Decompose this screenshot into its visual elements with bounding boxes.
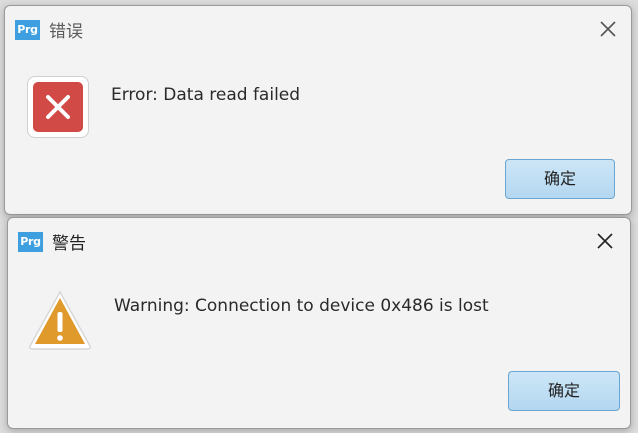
error-message: Error: Data read failed <box>111 85 301 105</box>
warning-dialog: Prg 警告 Warning: Connection to device 0x4… <box>7 217 631 429</box>
warning-dialog-titlebar[interactable]: Prg 警告 <box>8 218 630 262</box>
warning-dialog-title: 警告 <box>52 234 86 254</box>
error-dialog-title: 错误 <box>49 22 83 42</box>
app-icon: Prg <box>15 20 40 40</box>
error-dialog: Prg 错误 Error: Data read failed 确定 <box>4 5 632 215</box>
app-icon: Prg <box>18 232 43 252</box>
ok-button[interactable]: 确定 <box>505 159 615 199</box>
close-button[interactable] <box>592 228 618 254</box>
close-icon <box>597 233 613 249</box>
error-dialog-titlebar[interactable]: Prg 错误 <box>5 6 631 50</box>
close-button[interactable] <box>595 16 621 42</box>
ok-button[interactable]: 确定 <box>508 371 620 411</box>
warning-message: Warning: Connection to device 0x486 is l… <box>114 296 489 316</box>
error-icon <box>27 76 89 138</box>
close-icon <box>600 21 616 37</box>
warning-icon <box>26 288 94 352</box>
